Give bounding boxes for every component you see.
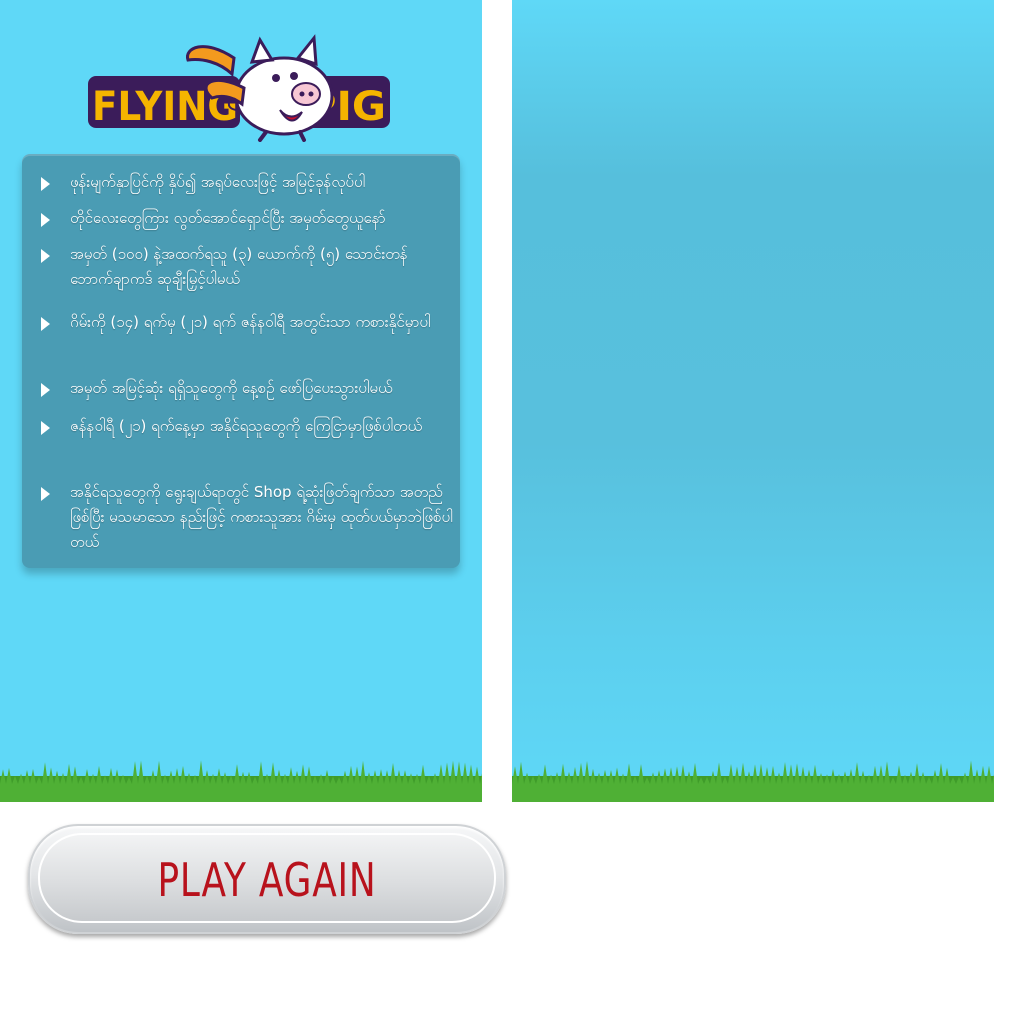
grass-ground — [512, 760, 994, 802]
instruction-text: ဂိမ်းကို (၁၄) ရက်မှ (၂၁) ရက် ဇန်နဝါရီ အတ… — [70, 313, 431, 331]
play-again-button[interactable]: PLAY AGAIN — [28, 824, 506, 934]
instructions-box: ဖုန်းမျက်နှာပြင်ကို နှိပ်၍ အရုပ်လေးဖြင့်… — [22, 154, 460, 568]
flying-pig-logo: FLYING PIG — [88, 34, 390, 142]
instruction-text: တိုင်လေးတွေကြား လွတ်အောင်ရှောင်ပြီး အမှတ… — [70, 209, 386, 227]
wing-icon — [186, 45, 236, 78]
instruction-text: အမှတ် (၁၀၀) နဲ့အထက်ရသူ (၃) ယောက်ကို (၅) … — [70, 245, 408, 288]
play-arrow-icon — [41, 177, 50, 191]
play-arrow-icon — [41, 317, 50, 331]
instruction-text: ဇန်နဝါရီ (၂၁) ရက်နေ့မှာ အနိုင်ရသူတွေကို … — [70, 417, 423, 435]
play-again-label: PLAY AGAIN — [157, 853, 377, 907]
instruction-text: ဖုန်းမျက်နှာပြင်ကို နှိပ်၍ အရုပ်လေးဖြင့်… — [70, 173, 366, 191]
play-arrow-icon — [41, 421, 50, 435]
play-arrow-icon — [41, 383, 50, 397]
game-play-area[interactable] — [512, 0, 994, 802]
instruction-text: အနိုင်ရသူတွေကို ရွေးချယ်ရာတွင် Shop ရဲ့ဆ… — [70, 483, 453, 551]
grass-ground — [0, 760, 482, 802]
play-arrow-icon — [41, 213, 50, 227]
play-arrow-icon — [41, 249, 50, 263]
play-arrow-icon — [41, 487, 50, 501]
game-intro-panel: FLYING PIG ဖုန်းမျက်နှာပြင်ကို နှိပ်၍ အရ… — [0, 0, 482, 802]
instruction-text: အမှတ် အမြင့်ဆုံး ရရှိသူတွေကို နေ့စဉ် ဖော… — [70, 379, 393, 397]
